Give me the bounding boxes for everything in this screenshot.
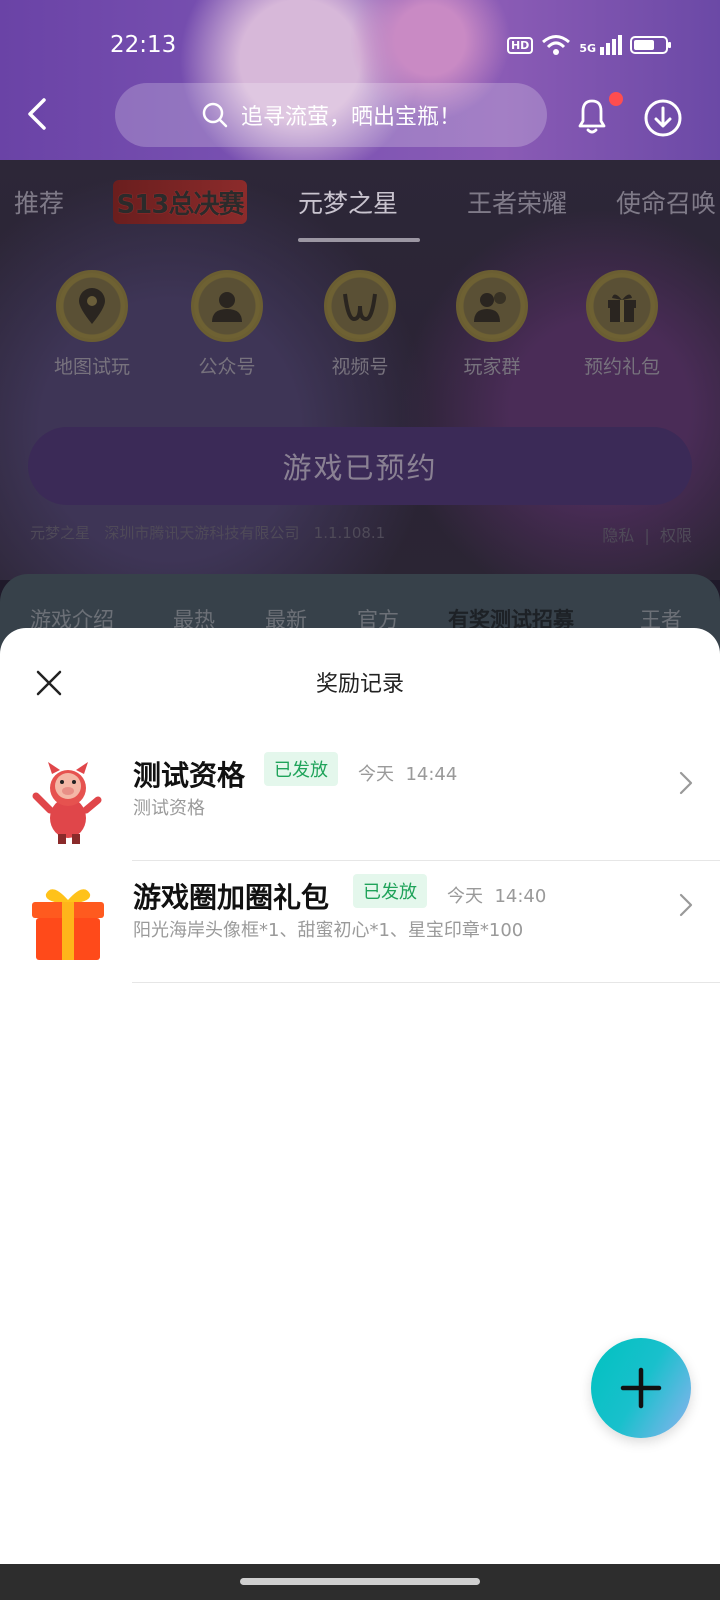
tab-yuanmeng[interactable]: 元梦之星 [298, 184, 398, 220]
sheet-title: 奖励记录 [315, 672, 404, 697]
meta-links: 隐私 | 权限 [602, 526, 692, 545]
chevron-right-icon [679, 893, 693, 917]
shortcut-map-trial[interactable]: 地图试玩 [37, 270, 147, 379]
chevron-right-icon [679, 771, 693, 795]
tab-shiming[interactable]: 使命召唤 [616, 184, 716, 220]
person-icon [212, 292, 242, 322]
reward-record-item[interactable]: 游戏圈加圈礼包 已发放 今天 14:40 阳光海岸头像框*1、甜蜜初心*1、星宝… [0, 862, 720, 982]
tab-wangzhe[interactable]: 王者荣耀 [467, 184, 567, 220]
plus-icon [620, 1367, 662, 1409]
shortcut-player-group[interactable]: 玩家群 [437, 270, 547, 379]
video-channel-icon [343, 293, 377, 322]
status-icons: HD 5G [506, 34, 671, 56]
shortcut-reserve-gift[interactable]: 预约礼包 [567, 270, 677, 379]
tab-recommend[interactable]: 推荐 [14, 184, 64, 220]
bell-icon[interactable] [574, 96, 610, 136]
divider [132, 982, 720, 983]
record-desc: 测试资格 [133, 798, 205, 819]
record-time: 今天 14:40 [447, 886, 547, 907]
divider [132, 860, 720, 861]
tab-s13-final[interactable]: S13总决赛 [113, 180, 247, 224]
record-name: 测试资格 [133, 759, 246, 792]
home-indicator[interactable] [240, 1578, 480, 1585]
status-time: 22:13 [110, 32, 177, 58]
signal-icon: 5G [579, 35, 622, 55]
permissions-link[interactable]: 权限 [660, 526, 692, 545]
search-placeholder: 追寻流萤，晒出宝瓶！ [240, 105, 461, 130]
active-tab-underline [298, 238, 420, 242]
hd-badge: HD [506, 36, 534, 54]
privacy-link[interactable]: 隐私 [602, 526, 634, 545]
record-time: 今天 14:44 [358, 764, 458, 785]
back-icon[interactable] [22, 96, 52, 132]
reward-record-item[interactable]: 测试资格 已发放 今天 14:44 测试资格 [0, 740, 720, 860]
gift-box-icon [32, 889, 104, 960]
group-icon [474, 292, 506, 322]
wifi-icon [542, 35, 571, 55]
status-badge: 已发放 [353, 874, 427, 908]
record-name: 游戏圈加圈礼包 [133, 881, 330, 914]
pig-mascot-icon [32, 762, 102, 844]
search-input[interactable]: 追寻流萤，晒出宝瓶！ [115, 83, 547, 147]
add-button[interactable] [591, 1338, 691, 1438]
reserve-button[interactable]: 游戏已预约 [28, 427, 692, 505]
shortcut-video-channel[interactable]: 视频号 [305, 270, 415, 379]
status-badge: 已发放 [264, 752, 338, 786]
search-icon [202, 102, 228, 128]
download-icon[interactable] [643, 98, 683, 138]
battery-icon [630, 36, 671, 54]
map-pin-icon [79, 288, 105, 324]
notification-dot [609, 92, 623, 106]
game-meta: 元梦之星 深圳市腾讯天游科技有限公司 1.1.108.1 [30, 524, 386, 542]
shortcut-official-account[interactable]: 公众号 [172, 270, 282, 379]
gift-icon [608, 294, 636, 322]
record-desc: 阳光海岸头像框*1、甜蜜初心*1、星宝印章*100 [133, 920, 524, 941]
